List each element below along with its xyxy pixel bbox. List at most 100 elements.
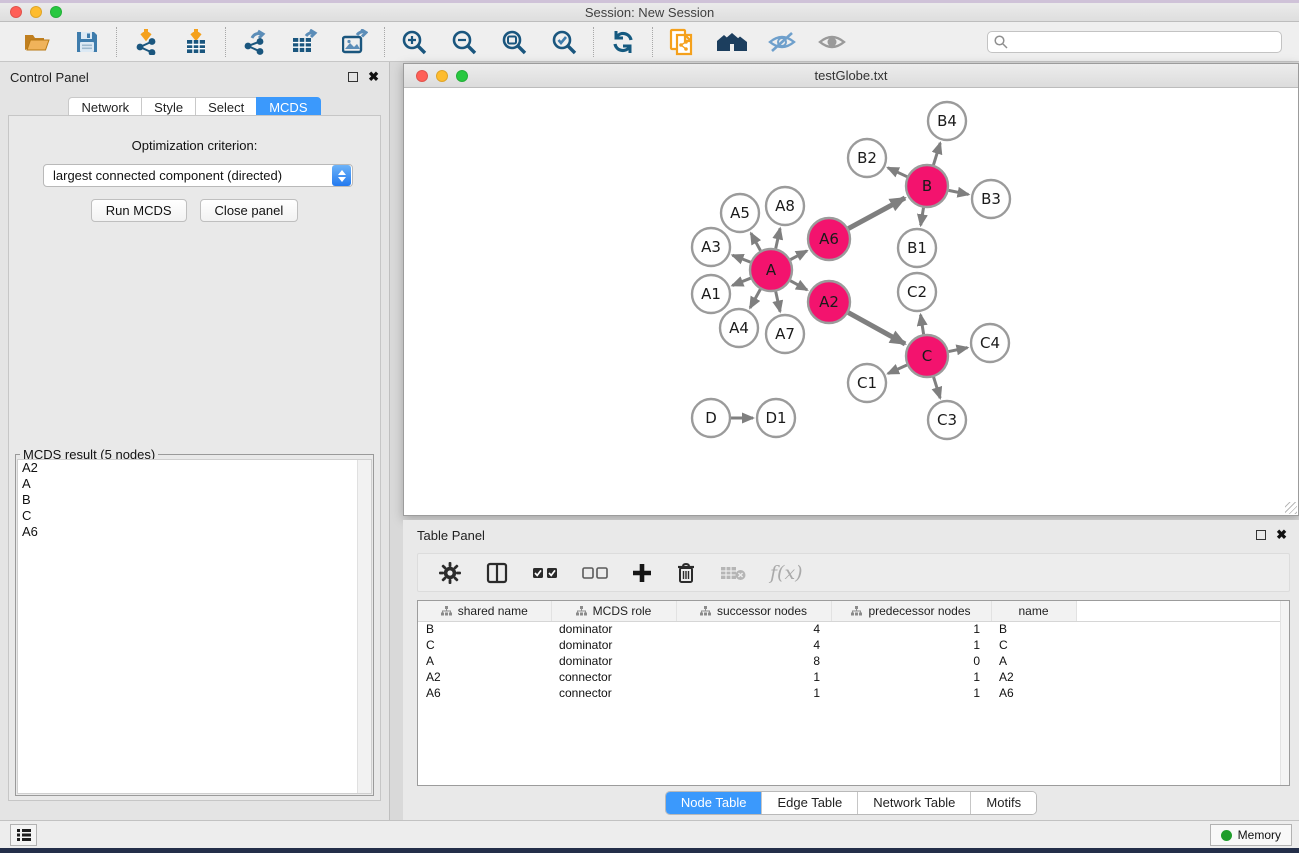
export-image-icon[interactable] (340, 27, 370, 57)
node-A1[interactable]: A1 (692, 275, 730, 313)
table-cell[interactable]: A (418, 653, 551, 669)
close-window-icon[interactable] (10, 6, 22, 18)
memory-button[interactable]: Memory (1210, 824, 1292, 846)
column-header[interactable]: predecessor nodes (831, 601, 991, 621)
float-table-panel-icon[interactable] (1256, 530, 1266, 540)
result-item[interactable]: C (18, 508, 371, 524)
column-header[interactable]: shared name (418, 601, 551, 621)
tab-node-table[interactable]: Node Table (666, 792, 762, 814)
export-table-icon[interactable] (290, 27, 320, 57)
table-cell[interactable]: connector (551, 685, 676, 701)
table-cell[interactable]: B (991, 621, 1076, 637)
node-C1[interactable]: C1 (848, 364, 886, 402)
zoom-fit-icon[interactable] (499, 27, 529, 57)
result-item[interactable]: A6 (18, 524, 371, 540)
select-all-columns-icon[interactable] (532, 567, 558, 579)
edge-A-A6[interactable] (790, 251, 807, 260)
open-session-icon[interactable] (22, 27, 52, 57)
node-C3[interactable]: C3 (928, 401, 966, 439)
edge-B-B1[interactable] (921, 208, 924, 226)
edge-C-C1[interactable] (888, 365, 907, 374)
table-cell[interactable]: B (418, 621, 551, 637)
copy-network-icon[interactable] (667, 27, 697, 57)
zoom-selected-icon[interactable] (549, 27, 579, 57)
delete-table-icon[interactable] (720, 565, 746, 581)
table-row[interactable]: Cdominator41C (418, 637, 1289, 653)
network-maximize-icon[interactable] (456, 70, 468, 82)
table-row[interactable]: A2connector11A2 (418, 669, 1289, 685)
edge-A6-B[interactable] (848, 198, 905, 229)
result-item[interactable]: A (18, 476, 371, 492)
table-cell[interactable]: 4 (676, 637, 831, 653)
tab-motifs[interactable]: Motifs (970, 792, 1036, 814)
tab-edge-table[interactable]: Edge Table (761, 792, 857, 814)
split-view-icon[interactable] (486, 562, 508, 584)
hide-selected-icon[interactable] (767, 27, 797, 57)
column-header[interactable]: successor nodes (676, 601, 831, 621)
resize-grip-icon[interactable] (1285, 502, 1297, 514)
function-builder-icon[interactable]: f(x) (770, 562, 803, 584)
table-cell[interactable]: 1 (831, 669, 991, 685)
node-D1[interactable]: D1 (757, 399, 795, 437)
node-B2[interactable]: B2 (848, 139, 886, 177)
mcds-result-list[interactable]: A2ABCA6 (17, 459, 372, 794)
edge-B-B2[interactable] (888, 168, 907, 177)
node-C2[interactable]: C2 (898, 273, 936, 311)
edge-B-B4[interactable] (933, 143, 940, 165)
zoom-out-icon[interactable] (449, 27, 479, 57)
edge-A-A5[interactable] (751, 233, 761, 250)
minimize-window-icon[interactable] (30, 6, 42, 18)
table-cell[interactable]: 1 (676, 685, 831, 701)
edge-B-B3[interactable] (949, 190, 969, 194)
edge-A-A1[interactable] (732, 278, 750, 285)
export-network-icon[interactable] (240, 27, 270, 57)
table-cell[interactable]: 1 (831, 637, 991, 653)
criterion-dropdown[interactable]: largest connected component (directed) (43, 164, 353, 187)
node-table[interactable]: shared nameMCDS rolesuccessor nodesprede… (418, 601, 1289, 701)
table-cell[interactable]: dominator (551, 653, 676, 669)
table-cell[interactable]: 1 (676, 669, 831, 685)
table-cell[interactable]: 8 (676, 653, 831, 669)
node-D[interactable]: D (692, 399, 730, 437)
table-cell[interactable]: A (991, 653, 1076, 669)
node-A5[interactable]: A5 (721, 194, 759, 232)
show-all-icon[interactable] (817, 27, 847, 57)
close-panel-button[interactable]: Close panel (200, 199, 299, 222)
node-A6[interactable]: A6 (808, 218, 850, 260)
network-canvas[interactable]: B4B2BB3A5A8A6B1A3AC2A1A2A4A7C4CC1C3DD1 (404, 89, 1298, 515)
result-item[interactable]: A2 (18, 460, 371, 476)
node-A4[interactable]: A4 (720, 309, 758, 347)
result-list-scrollbar[interactable] (357, 460, 371, 793)
table-cell[interactable]: A6 (991, 685, 1076, 701)
node-C[interactable]: C (906, 335, 948, 377)
edge-C-C3[interactable] (934, 377, 941, 398)
table-scrollbar[interactable] (1280, 601, 1289, 785)
import-table-icon[interactable] (181, 27, 211, 57)
result-item[interactable]: B (18, 492, 371, 508)
node-B1[interactable]: B1 (898, 229, 936, 267)
table-cell[interactable]: A6 (418, 685, 551, 701)
edge-A-A3[interactable] (732, 255, 750, 262)
table-row[interactable]: Bdominator41B (418, 621, 1289, 637)
table-cell[interactable]: dominator (551, 637, 676, 653)
run-mcds-button[interactable]: Run MCDS (91, 199, 187, 222)
table-cell[interactable]: 1 (831, 685, 991, 701)
close-table-panel-icon[interactable]: ✖ (1276, 530, 1287, 540)
table-cell[interactable]: A2 (418, 669, 551, 685)
unselect-all-columns-icon[interactable] (582, 567, 608, 579)
column-header[interactable]: MCDS role (551, 601, 676, 621)
search-input[interactable] (987, 31, 1282, 53)
table-row[interactable]: A6connector11A6 (418, 685, 1289, 701)
node-A8[interactable]: A8 (766, 187, 804, 225)
table-cell[interactable]: C (418, 637, 551, 653)
table-cell[interactable]: 1 (831, 621, 991, 637)
home-icon[interactable] (717, 27, 747, 57)
edge-A2-C[interactable] (848, 313, 905, 344)
maximize-window-icon[interactable] (50, 6, 62, 18)
node-A7[interactable]: A7 (766, 315, 804, 353)
node-C4[interactable]: C4 (971, 324, 1009, 362)
table-cell[interactable]: C (991, 637, 1076, 653)
edge-A-A4[interactable] (750, 289, 760, 308)
edge-C-C4[interactable] (949, 348, 968, 352)
network-minimize-icon[interactable] (436, 70, 448, 82)
